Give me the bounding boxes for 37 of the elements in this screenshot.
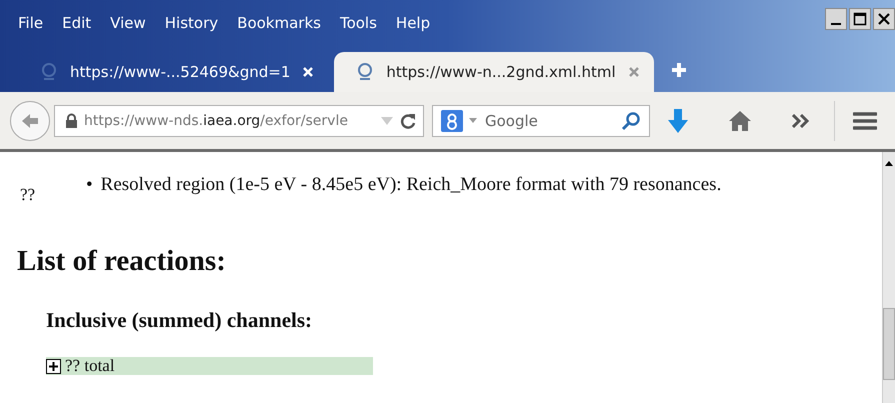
maximize-icon [853,12,867,26]
lock-icon [65,113,78,128]
search-engine-icon[interactable] [441,110,463,132]
menu-item[interactable]: Tools [338,12,386,34]
minimize-icon [831,23,841,25]
bullet-mark: • [86,173,93,197]
reaction-row[interactable]: ?? total [46,357,373,375]
menu-item[interactable]: View [108,12,155,34]
back-arrow-icon [20,112,40,130]
url-text: https://www-nds.iaea.org/exfor/servle [84,112,348,128]
minimize-button[interactable] [825,8,847,30]
bullet-text: Resolved region (1e-5 eV - 8.45e5 eV): Reich_Moore format with 79 resonances. [100,173,722,197]
close-button[interactable] [873,8,895,30]
tab-title: https://www-n...2gnd.xml.html [386,63,616,81]
row-label: ?? total [65,357,115,375]
subsection-heading: Inclusive (summed) channels: [46,308,314,333]
close-icon [877,12,891,26]
maximize-button[interactable] [849,8,871,30]
dropdown-icon[interactable] [469,118,477,123]
back-button[interactable] [10,100,50,140]
expand-icon[interactable] [46,358,61,374]
reload-icon[interactable] [399,112,417,130]
scrollbar[interactable] [882,152,895,403]
search-icon[interactable] [621,110,641,130]
menu-item[interactable]: File [16,12,52,34]
menu-item[interactable]: History [162,12,228,34]
menu-item[interactable]: Bookmarks [235,12,330,34]
placeholder-mark: ?? [19,185,36,205]
menu-item[interactable]: Edit [60,12,100,34]
menu-item[interactable]: Help [394,12,440,34]
address-field[interactable]: https://www-nds.iaea.org/exfor/servle [54,104,424,136]
section-heading: List of reactions: [17,245,227,278]
search-bar[interactable]: Google [432,104,650,136]
browser-tab[interactable]: https://www-n...2gnd.xml.html [334,52,654,92]
plus-icon [670,61,688,79]
tab-title: https://www-...52469&gnd=1 [70,63,290,81]
browser-tab[interactable]: https://www-...52469&gnd=1 [18,52,328,92]
